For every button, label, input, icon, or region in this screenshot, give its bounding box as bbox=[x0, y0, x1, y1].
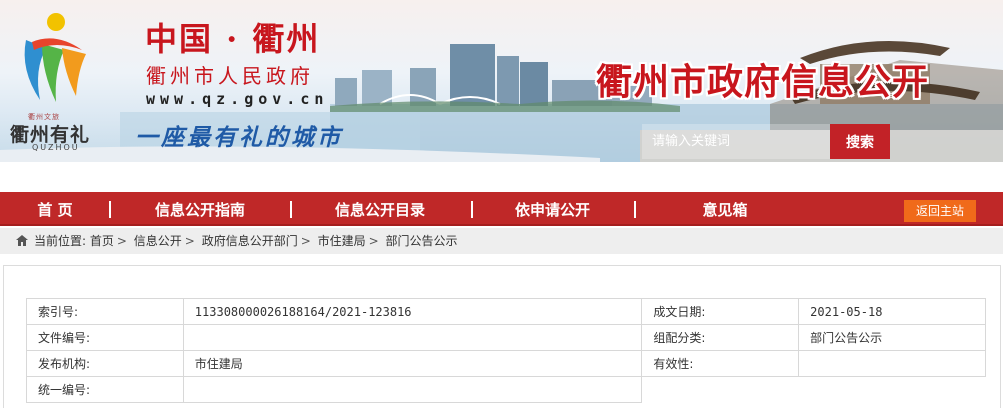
return-main-site-button[interactable]: 返回主站 bbox=[904, 200, 976, 222]
breadcrumb-item-home[interactable]: 首页 bbox=[90, 234, 114, 248]
nav-item-guide[interactable]: 信息公开指南 bbox=[135, 192, 265, 226]
search-input[interactable] bbox=[642, 124, 830, 159]
main-nav: 首 页 信息公开指南 信息公开目录 依申请公开 意见箱 bbox=[0, 192, 1003, 226]
page-title: 衢州市政府信息公开 bbox=[596, 61, 930, 103]
issuer-label: 发布机构: bbox=[26, 350, 184, 377]
category-label: 组配分类: bbox=[641, 324, 800, 351]
site-logo[interactable]: 衢州文旅 衢州有礼 QUZHOU bbox=[6, 6, 102, 156]
breadcrumb-item-announcements[interactable]: 部门公告公示 bbox=[386, 234, 458, 248]
breadcrumb-item-info-public[interactable]: 信息公开 bbox=[134, 234, 182, 248]
nav-spacer bbox=[0, 162, 1003, 192]
nav-item-home[interactable]: 首 页 bbox=[20, 192, 90, 226]
nav-divider bbox=[290, 201, 292, 218]
breadcrumb: 当前位置: 首页 > 信息公开 > 政府信息公开部门 > 市住建局 > 部门公告公示 bbox=[0, 228, 1003, 254]
breadcrumb-separator: > bbox=[116, 234, 127, 248]
unified-label: 统一编号: bbox=[26, 376, 184, 403]
site-title: 中国 · 衢州 bbox=[145, 20, 321, 58]
breadcrumb-prefix: 当前位置: bbox=[34, 234, 87, 248]
logo-english-text: QUZHOU bbox=[32, 143, 80, 152]
table-row: 索引号: 113308000026188164/2021-123816 成文日期… bbox=[26, 298, 986, 325]
site-slogan: 一座最有礼的城市 bbox=[135, 124, 343, 151]
nav-divider bbox=[471, 201, 473, 218]
nav-divider bbox=[109, 201, 111, 218]
nav-item-feedback[interactable]: 意见箱 bbox=[680, 192, 770, 226]
index-value: 113308000026188164/2021-123816 bbox=[182, 298, 643, 325]
breadcrumb-separator: > bbox=[184, 234, 195, 248]
index-label: 索引号: bbox=[26, 298, 184, 325]
table-row: 统一编号: bbox=[26, 376, 986, 403]
header-banner: 衢州文旅 衢州有礼 QUZHOU 中国 · 衢州 衢州市人民政府 www.qz.… bbox=[0, 0, 1003, 162]
breadcrumb-separator: > bbox=[300, 234, 311, 248]
unified-value bbox=[182, 376, 643, 403]
empty-cell bbox=[642, 377, 986, 403]
table-row: 文件编号: 组配分类: 部门公告公示 bbox=[26, 324, 986, 351]
issuer-value: 市住建局 bbox=[182, 350, 643, 377]
site-url: www.qz.gov.cn bbox=[146, 90, 329, 108]
breadcrumb-item-housing-bureau[interactable]: 市住建局 bbox=[318, 234, 366, 248]
search-button[interactable]: 搜索 bbox=[830, 124, 890, 159]
breadcrumb-separator: > bbox=[368, 234, 379, 248]
validity-value bbox=[798, 350, 986, 377]
breadcrumb-item-departments[interactable]: 政府信息公开部门 bbox=[202, 234, 298, 248]
validity-label: 有效性: bbox=[641, 350, 800, 377]
quzhou-logo-icon bbox=[24, 13, 86, 102]
site-subtitle: 衢州市人民政府 bbox=[146, 64, 314, 88]
nav-item-catalog[interactable]: 信息公开目录 bbox=[315, 192, 445, 226]
nav-item-apply[interactable]: 依申请公开 bbox=[495, 192, 610, 226]
nav-divider bbox=[634, 201, 636, 218]
date-value: 2021-05-18 bbox=[798, 298, 986, 325]
table-row: 发布机构: 市住建局 有效性: bbox=[26, 350, 986, 377]
docno-value bbox=[182, 324, 643, 351]
document-meta-table: 索引号: 113308000026188164/2021-123816 成文日期… bbox=[26, 298, 986, 403]
breadcrumb-trail: 当前位置: 首页 > 信息公开 > 政府信息公开部门 > 市住建局 > 部门公告公示 bbox=[34, 228, 458, 254]
docno-label: 文件编号: bbox=[26, 324, 184, 351]
content-panel: 索引号: 113308000026188164/2021-123816 成文日期… bbox=[3, 265, 1001, 408]
home-icon bbox=[16, 235, 28, 246]
category-value: 部门公告公示 bbox=[798, 324, 986, 351]
date-label: 成文日期: bbox=[641, 298, 800, 325]
